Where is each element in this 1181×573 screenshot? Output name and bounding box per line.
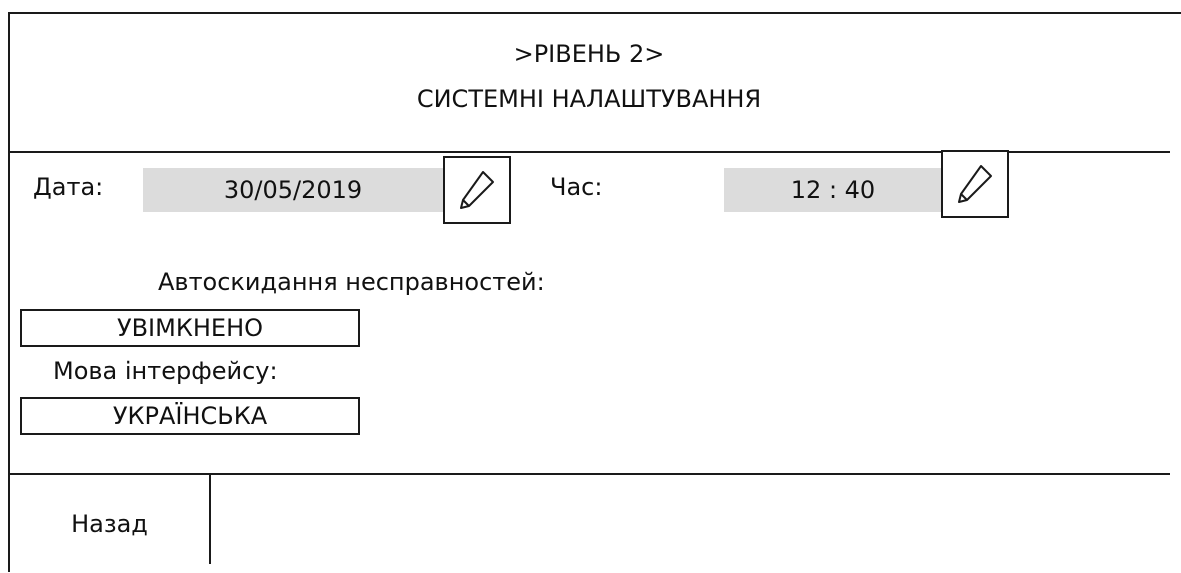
edit-time-button[interactable] bbox=[941, 150, 1009, 218]
language-selector[interactable]: УКРАЇНСЬКА bbox=[20, 397, 360, 435]
auto-reset-label: Автоскидання несправностей: bbox=[158, 268, 545, 296]
auto-reset-toggle[interactable]: УВІМКНЕНО bbox=[20, 309, 360, 347]
date-label: Дата: bbox=[33, 173, 104, 201]
time-label: Час: bbox=[550, 173, 603, 201]
time-value: 12 : 40 bbox=[724, 168, 942, 212]
date-value: 30/05/2019 bbox=[143, 168, 443, 212]
pencil-icon bbox=[958, 165, 992, 203]
page-title: СИСТЕМНІ НАЛАШТУВАННЯ bbox=[416, 85, 762, 113]
level-indicator: >РІВЕНЬ 2> bbox=[513, 40, 665, 68]
language-label: Мова інтерфейсу: bbox=[53, 357, 278, 385]
pencil-icon bbox=[460, 171, 494, 209]
edit-date-button[interactable] bbox=[443, 156, 511, 224]
back-button[interactable]: Назад bbox=[10, 475, 211, 564]
